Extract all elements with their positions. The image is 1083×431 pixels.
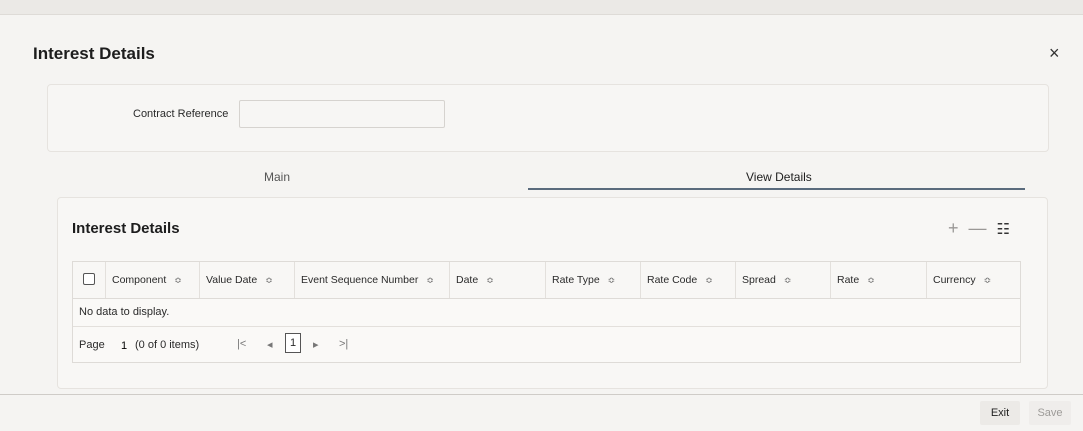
column-spread[interactable]: Spread ≎ <box>735 262 830 298</box>
contract-reference-input[interactable] <box>239 100 445 128</box>
page-label: Page <box>79 339 105 351</box>
column-label: Component <box>112 274 167 286</box>
dialog: Interest Details × Contract Reference Ma… <box>0 0 1083 431</box>
column-label: Date <box>456 274 479 286</box>
empty-message: No data to display. <box>79 306 170 318</box>
sort-icon[interactable]: ≎ <box>486 275 494 285</box>
list-icon[interactable]: ☷ <box>997 220 1010 238</box>
active-tab-indicator <box>528 188 1025 190</box>
page-number-input[interactable] <box>111 336 137 356</box>
column-label: Rate Code <box>647 274 698 286</box>
select-all-checkbox[interactable] <box>83 273 95 285</box>
table-header: Component ≎ Value Date ≎ Event Sequence Nu… <box>73 262 1020 299</box>
grid-title: Interest Details <box>72 220 180 237</box>
minus-icon[interactable]: — <box>969 218 987 239</box>
column-label: Currency <box>933 274 976 286</box>
item-count: (0 of 0 items) <box>135 339 200 351</box>
interest-table: Component ≎ Value Date ≎ Event Sequence Nu… <box>72 261 1021 363</box>
column-label: Value Date <box>206 274 258 286</box>
current-page-button[interactable]: 1 <box>285 333 301 353</box>
prev-page-button[interactable]: ◂ <box>267 338 273 351</box>
sort-icon[interactable]: ≎ <box>265 275 273 285</box>
window-top-strip <box>0 0 1083 15</box>
pagination: Page (0 of 0 items) |< ◂ 1 ▸ >| <box>73 326 1020 363</box>
next-page-button[interactable]: ▸ <box>313 338 319 351</box>
last-page-button[interactable]: >| <box>339 338 348 350</box>
column-label: Event Sequence Number <box>301 274 419 286</box>
column-label: Spread <box>742 274 776 286</box>
column-label: Rate Type <box>552 274 600 286</box>
column-event-sequence-number[interactable]: Event Sequence Number ≎ <box>294 262 449 298</box>
sort-icon[interactable]: ≎ <box>984 275 992 285</box>
tab-main[interactable]: Main <box>264 170 290 184</box>
column-rate-type[interactable]: Rate Type ≎ <box>545 262 640 298</box>
sort-icon[interactable]: ≎ <box>784 275 792 285</box>
column-date[interactable]: Date ≎ <box>449 262 545 298</box>
column-value-date[interactable]: Value Date ≎ <box>199 262 294 298</box>
sort-icon[interactable]: ≎ <box>705 275 713 285</box>
sort-icon[interactable]: ≎ <box>426 275 434 285</box>
grid-actions: + — ☷ <box>948 218 1020 239</box>
close-icon[interactable]: × <box>1049 44 1060 62</box>
column-rate[interactable]: Rate ≎ <box>830 262 926 298</box>
sort-icon[interactable]: ≎ <box>608 275 616 285</box>
footer-divider <box>0 394 1083 395</box>
column-label: Rate <box>837 274 860 286</box>
column-rate-code[interactable]: Rate Code ≎ <box>640 262 735 298</box>
plus-icon[interactable]: + <box>948 218 959 239</box>
contract-reference-label: Contract Reference <box>133 108 229 120</box>
tab-view-details[interactable]: View Details <box>746 170 812 184</box>
exit-button[interactable]: Exit <box>980 401 1020 425</box>
select-all-cell <box>73 262 105 298</box>
sort-icon[interactable]: ≎ <box>174 275 182 285</box>
first-page-button[interactable]: |< <box>237 338 246 350</box>
save-button[interactable]: Save <box>1029 401 1071 425</box>
sort-icon[interactable]: ≎ <box>867 275 875 285</box>
column-currency[interactable]: Currency ≎ <box>926 262 1020 298</box>
column-component[interactable]: Component ≎ <box>105 262 199 298</box>
dialog-title: Interest Details <box>33 44 155 63</box>
